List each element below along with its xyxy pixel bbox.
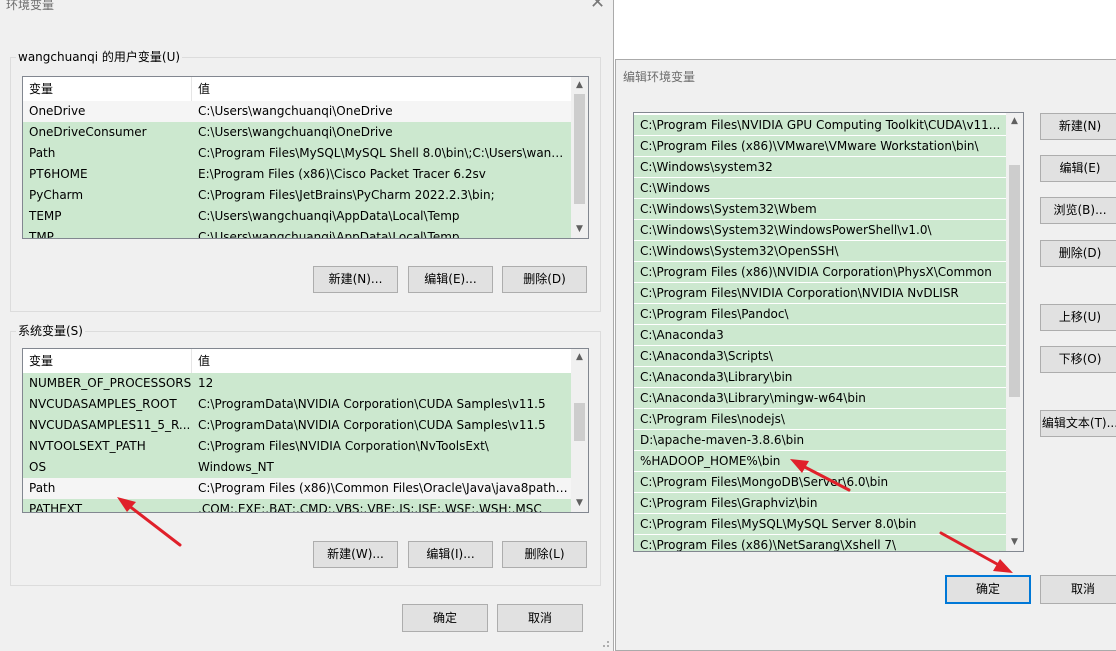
annotation-arrows bbox=[117, 459, 1013, 573]
annotation-arrow bbox=[939, 531, 1013, 573]
annotation-arrow bbox=[117, 497, 182, 547]
annotation-arrow bbox=[790, 459, 851, 492]
